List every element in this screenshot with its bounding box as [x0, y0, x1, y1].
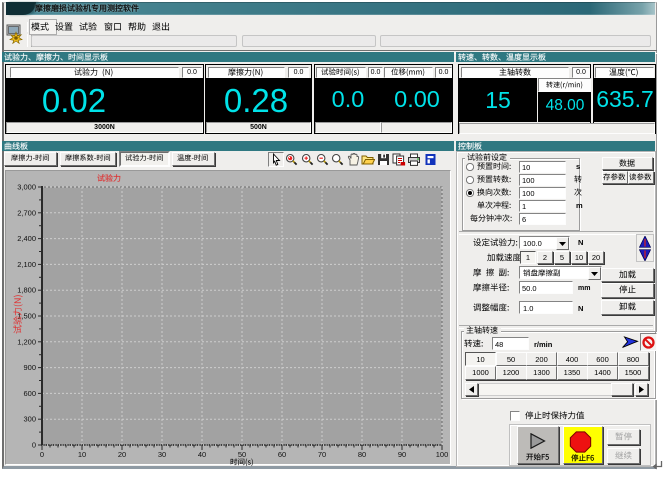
svg-text:0: 0 — [32, 441, 36, 450]
svg-text:40: 40 — [198, 450, 206, 459]
svg-text:3,000: 3,000 — [17, 183, 36, 192]
svg-text:60: 60 — [278, 450, 286, 459]
svg-text:600: 600 — [23, 389, 36, 398]
svg-text:2,700: 2,700 — [17, 208, 36, 217]
svg-text:10: 10 — [78, 450, 86, 459]
svg-text:2,400: 2,400 — [17, 234, 36, 243]
svg-text:300: 300 — [23, 415, 36, 424]
svg-text:80: 80 — [358, 450, 366, 459]
svg-text:900: 900 — [23, 363, 36, 372]
svg-text:30: 30 — [158, 450, 166, 459]
svg-text:0: 0 — [40, 450, 44, 459]
svg-text:2,100: 2,100 — [17, 260, 36, 269]
svg-text:100: 100 — [436, 450, 449, 459]
svg-text:20: 20 — [118, 450, 126, 459]
svg-text:70: 70 — [318, 450, 326, 459]
svg-text:90: 90 — [398, 450, 406, 459]
